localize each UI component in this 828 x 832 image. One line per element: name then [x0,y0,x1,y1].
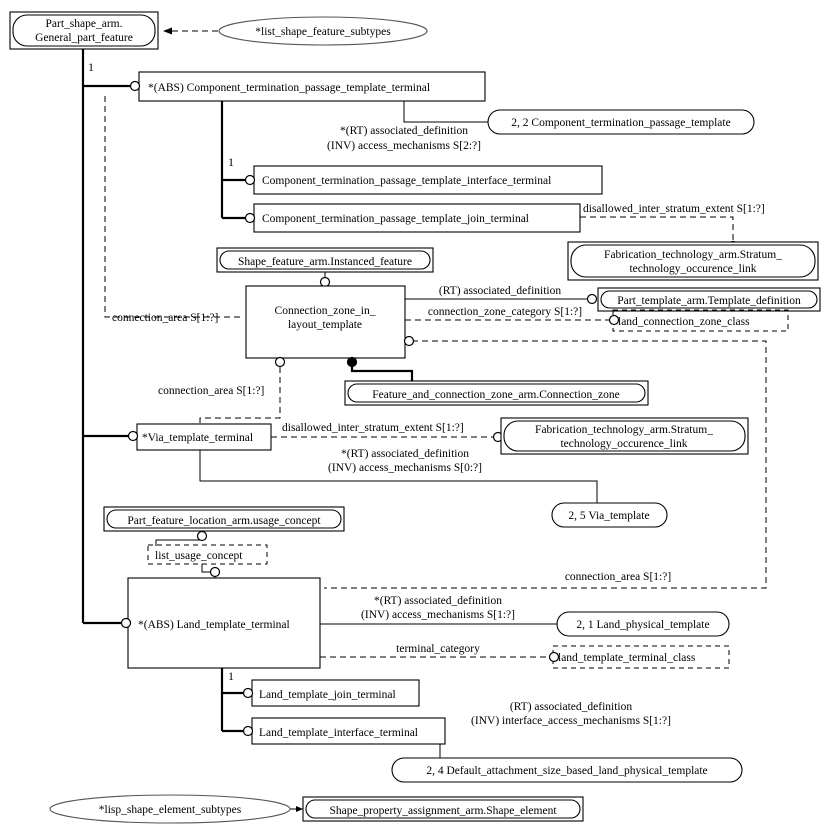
via-disallowed-label: disallowed_inter_stratum_extent S[1:?] [282,422,464,434]
entity-connection-zone[interactable]: Feature_and_connection_zone_arm.Connecti… [344,380,649,406]
page-ref-default-attachment[interactable]: 2, 4 Default_attachment_size_based_land_… [391,757,743,783]
ctpt-assoc-def-label-2: (INV) access_mechanisms S[2:?] [327,140,481,152]
select-lisp-shape-element-subtypes[interactable]: *lisp_shape_element_subtypes [49,794,291,824]
list-shape-feature-subtypes-label: *list_shape_feature_subtypes [255,26,391,38]
land-connection-zone-class-label: land_connection_zone_class [618,316,750,328]
list-usage-concept-label: list_usage_concept [155,550,243,562]
shape-element-label: Shape_property_assignment_arm.Shape_elem… [329,805,557,817]
czlt-label-1: Connection_zone_in_ [275,305,376,317]
entity-stratum-link-2[interactable]: Fabrication_technology_arm.Stratum_ tech… [500,417,749,455]
subtype-circle-via [127,430,139,442]
cardinality-ctpt: 1 [88,60,94,74]
ctpt-assoc-def-line [403,101,488,123]
enum-land-connection-zone-class[interactable]: land_connection_zone_class [612,309,789,332]
ltt-assoc-def-label-2: (INV) access_mechanisms S[1:?] [361,609,515,621]
czlt-assoc-def-label: (RT) associated_definition [439,285,562,297]
rel-circle-via-connarea [274,356,286,368]
join-disallowed-line [580,216,734,242]
subtype-circle-instanced-feature [319,276,331,288]
lisp-subtypes-arrowhead [296,806,303,812]
connection-zone-label: Feature_and_connection_zone_arm.Connecti… [372,389,619,401]
ctpt-connection-area-label: connection_area S[1:?] [112,312,218,324]
via-template-terminal-label: *Via_template_terminal [142,432,253,444]
rel-circle-connection-zone-super [346,356,358,368]
subtype-circle-ltit [242,725,254,737]
stratum-link-2-label-1: Fabrication_technology_arm.Stratum_ [535,424,713,436]
join-disallowed-label: disallowed_inter_stratum_extent S[1:?] [583,203,765,215]
lti-assoc-def-line [439,731,567,759]
express-g-diagram: Part_shape_arm. General_part_feature *li… [0,0,828,832]
page-ref-ctp-template[interactable]: 2, 2 Component_termination_passage_templ… [487,109,755,135]
ltt-terminal-category-label: terminal_category [396,643,480,655]
ctp-template-label: 2, 2 Component_termination_passage_templ… [511,117,730,129]
stratum-link-2-label-2: technology_occurence_link [560,438,687,450]
general-part-feature-label-2: General_part_feature [35,32,133,44]
via-connection-area-label: connection_area S[1:?] [158,385,264,397]
entity-instanced-feature[interactable]: Shape_feature_arm.Instanced_feature [216,247,434,273]
entity-template-definition[interactable]: Part_template_arm.Template_definition [597,287,821,312]
entity-connection-zone-in-layout-template[interactable]: Connection_zone_in_ layout_template [245,285,406,359]
land-physical-template-label: 2, 1 Land_physical_template [576,619,709,631]
lisp-shape-element-subtypes-label: *lisp_shape_element_subtypes [99,804,242,816]
land-template-terminal-label: *(ABS) Land_template_terminal [138,619,290,631]
ltt-connection-area-label: connection_area S[1:?] [565,571,671,583]
rel-circle-list-usage-concept [209,566,221,578]
list-subtypes-arrowhead [163,27,172,35]
default-attachment-label: 2, 4 Default_attachment_size_based_land_… [426,765,707,777]
stratum-link-1-label-1: Fabrication_technology_arm.Stratum_ [604,249,782,261]
rel-circle-land-conn-zone-class [608,314,620,326]
enum-land-template-terminal-class[interactable]: land_template_terminal_class [552,645,730,669]
entity-land-template-join-terminal[interactable]: Land_template_join_terminal [242,679,420,707]
connection-zone-supertype-line [350,358,414,381]
select-list-shape-feature-subtypes[interactable]: *list_shape_feature_subtypes [218,16,428,46]
entity-ctpt-join-terminal[interactable]: Component_termination_passage_template_j… [244,203,581,233]
ltt-assoc-def-label-1: *(RT) associated_definition [374,595,502,607]
select-list-usage-concept[interactable]: list_usage_concept [147,544,268,565]
ctpt-terminal-label: *(ABS) Component_termination_passage_tem… [148,82,430,94]
page-ref-via-template[interactable]: 2, 5 Via_template [551,502,668,528]
ctpt-assoc-def-label-1: *(RT) associated_definition [340,125,468,137]
entity-ctpt-interface-terminal[interactable]: Component_termination_passage_template_i… [244,165,603,195]
entity-via-template-terminal[interactable]: *Via_template_terminal [127,423,272,451]
via-template-label: 2, 5 Via_template [568,510,649,522]
czlt-label-2: layout_template [288,319,362,331]
rel-circle-ltt-class [548,651,560,663]
entity-stratum-link-1[interactable]: Fabrication_technology_arm.Stratum_ tech… [567,241,819,281]
entity-land-template-interface-terminal[interactable]: Land_template_interface_terminal [242,717,446,745]
via-assoc-def-label-2: (INV) access_mechanisms S[0:?] [328,462,482,474]
lti-assoc-def-label-2: (INV) interface_access_mechanisms S[1:?] [471,715,671,727]
subtype-circle-ctpt [129,80,141,92]
rel-circle-czlt-long [403,335,415,347]
entity-shape-element[interactable]: Shape_property_assignment_arm.Shape_elem… [302,796,584,822]
instanced-feature-label: Shape_feature_arm.Instanced_feature [238,256,412,268]
stratum-link-1-label-2: technology_occurence_link [629,263,756,275]
entity-ctpt-terminal[interactable]: *(ABS) Component_termination_passage_tem… [129,71,486,102]
usage-concept-label: Part_feature_location_arm.usage_concept [127,515,321,527]
subtype-circle-land [120,617,132,629]
subtype-circle-ctpt-interface [244,174,256,186]
usage-concept-line [155,531,203,546]
page-ref-land-physical-template[interactable]: 2, 1 Land_physical_template [556,611,730,637]
rel-circle-usage-concept [196,530,208,542]
general-part-feature-label-1: Part_shape_arm. [46,18,123,30]
rel-circle-template-def [586,293,598,305]
via-assoc-def-label-1: *(RT) associated_definition [341,448,469,460]
ctpt-join-terminal-label: Component_termination_passage_template_j… [262,213,529,225]
lti-assoc-def-label-1: (RT) associated_definition [510,701,633,713]
land-template-interface-terminal-label: Land_template_interface_terminal [259,727,418,739]
entity-general-part-feature[interactable]: Part_shape_arm. General_part_feature [9,11,159,50]
cardinality-ltt-sub: 1 [228,669,234,683]
entity-land-template-terminal[interactable]: *(ABS) Land_template_terminal [120,577,321,669]
cardinality-ctpt-sub: 1 [228,155,234,169]
subtype-circle-ltjt [242,687,254,699]
czlt-zone-category-label: connection_zone_category S[1:?] [428,306,582,318]
ctpt-interface-terminal-label: Component_termination_passage_template_i… [262,175,551,187]
subtype-circle-ctpt-join [244,212,256,224]
land-template-terminal-class-label: land_template_terminal_class [558,652,696,664]
entity-usage-concept[interactable]: Part_feature_location_arm.usage_concept [103,506,345,532]
land-template-join-terminal-label: Land_template_join_terminal [259,689,396,701]
template-definition-label: Part_template_arm.Template_definition [617,295,801,307]
